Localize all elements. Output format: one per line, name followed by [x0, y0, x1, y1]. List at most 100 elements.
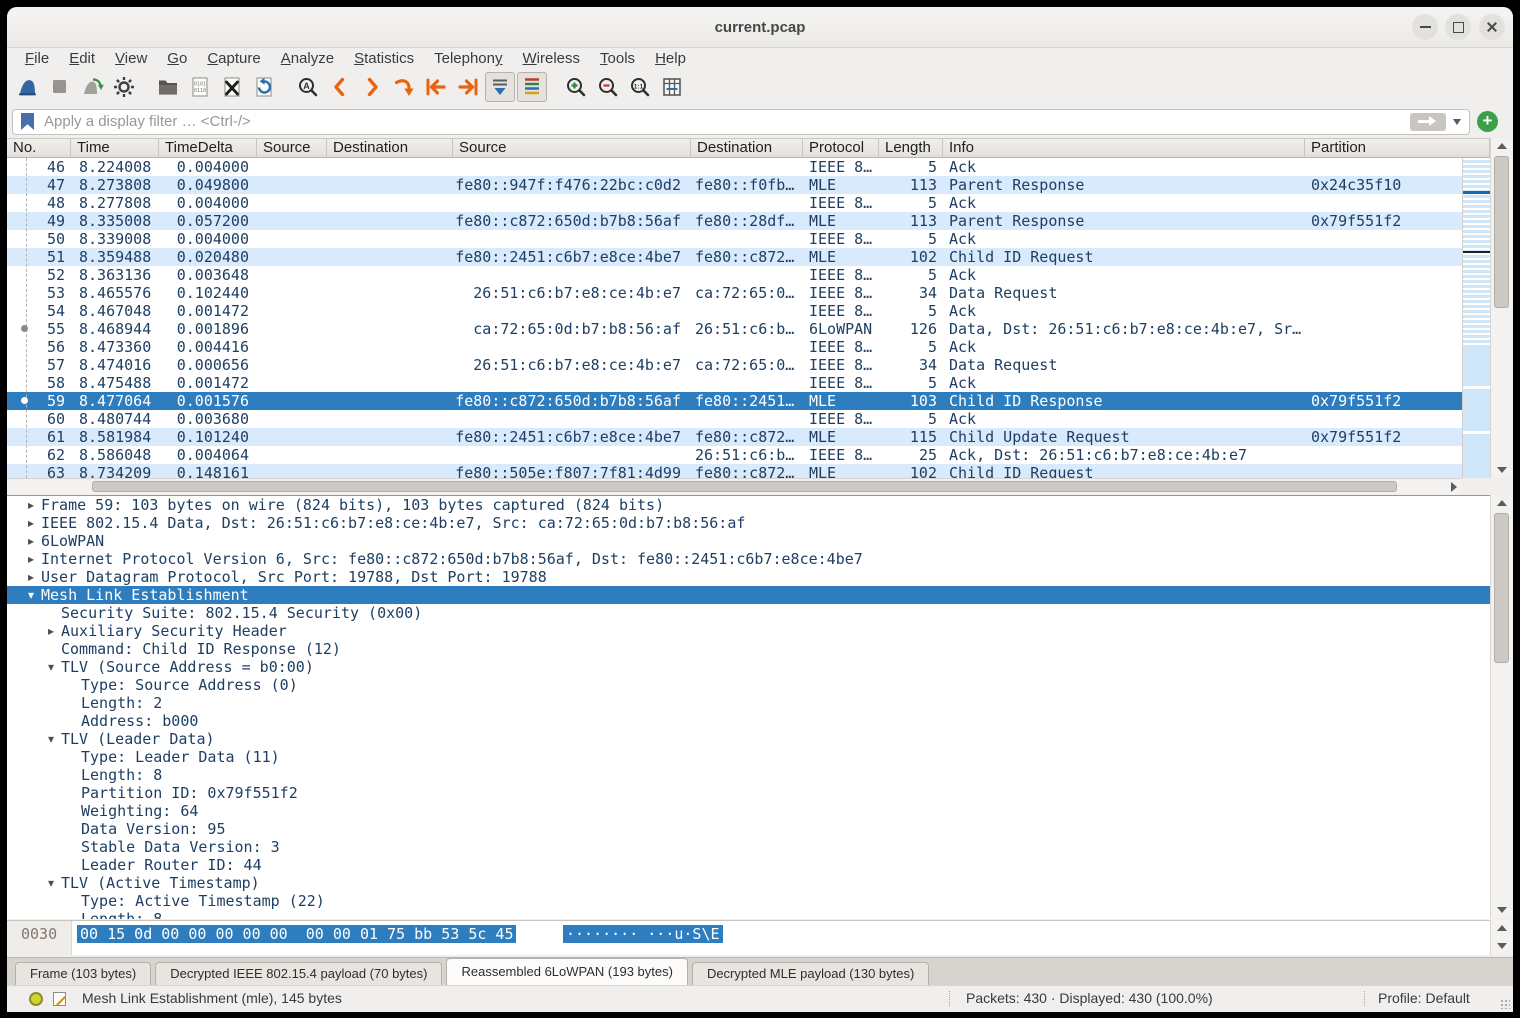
detail-line[interactable]: ▸Internet Protocol Version 6, Src: fe80:… — [7, 550, 1490, 568]
go-back-button[interactable] — [325, 72, 355, 102]
byte-tab[interactable]: Frame (103 bytes) — [15, 962, 151, 985]
packet-row[interactable]: 548.4670480.001472IEEE 8…5Ack — [7, 302, 1462, 320]
go-forward-button[interactable] — [357, 72, 387, 102]
resize-grip[interactable] — [1500, 999, 1510, 1009]
packet-row[interactable]: 558.4689440.001896ca:72:65:0d:b7:b8:56:a… — [7, 320, 1462, 338]
packet-row[interactable]: 628.5860480.00406426:51:c6:b…IEEE 8…25Ac… — [7, 446, 1462, 464]
close-button[interactable] — [1479, 14, 1505, 40]
detail-line[interactable]: Weighting: 64 — [7, 802, 1490, 820]
packet-row[interactable]: 528.3631360.003648IEEE 8…5Ack — [7, 266, 1462, 284]
detail-line[interactable]: Address: b000 — [7, 712, 1490, 730]
detail-pane-scrollbar[interactable] — [1490, 495, 1512, 918]
menu-help[interactable]: Help — [645, 50, 696, 67]
packet-row[interactable]: 638.7342090.148161fe80::505e:f807:7f81:4… — [7, 464, 1462, 478]
expander-open-icon[interactable]: ▾ — [41, 874, 61, 892]
detail-line[interactable]: Type: Leader Data (11) — [7, 748, 1490, 766]
packet-row-selected[interactable]: 598.4770640.001576fe80::c872:650d:b7b8:5… — [7, 392, 1462, 410]
detail-line[interactable]: Type: Source Address (0) — [7, 676, 1490, 694]
detail-line[interactable]: ▾TLV (Source Address = b0:00) — [7, 658, 1490, 676]
detail-line[interactable]: Length: 8 — [7, 766, 1490, 784]
capture-options-button[interactable] — [109, 72, 139, 102]
detail-line[interactable]: Type: Active Timestamp (22) — [7, 892, 1490, 910]
expander-closed-icon[interactable]: ▸ — [41, 622, 61, 640]
zoom-out-button[interactable] — [593, 72, 623, 102]
expander-closed-icon[interactable]: ▸ — [21, 496, 41, 514]
expander-closed-icon[interactable]: ▸ — [21, 514, 41, 532]
scrollbar-thumb[interactable] — [1494, 156, 1509, 308]
maximize-button[interactable] — [1445, 14, 1471, 40]
filter-bookmark-icon[interactable] — [21, 113, 34, 130]
hex-bytes-selected[interactable]: 00 15 0d 00 00 00 00 00 00 00 01 75 bb 5… — [77, 925, 516, 943]
hex-pane-scrollbar[interactable] — [1490, 920, 1512, 955]
display-filter-box[interactable] — [12, 109, 1470, 135]
column-header-no-0[interactable]: No. — [7, 139, 71, 157]
detail-line[interactable]: Stable Data Version: 3 — [7, 838, 1490, 856]
expander-open-icon[interactable]: ▾ — [41, 730, 61, 748]
column-header-destination-6[interactable]: Destination — [691, 139, 803, 157]
menu-wireless[interactable]: Wireless — [513, 50, 591, 67]
detail-line[interactable]: Partition ID: 0x79f551f2 — [7, 784, 1490, 802]
auto-scroll-button[interactable] — [485, 72, 515, 102]
start-capture-button[interactable] — [13, 72, 43, 102]
first-packet-button[interactable] — [421, 72, 451, 102]
detail-line[interactable]: ▸User Datagram Protocol, Src Port: 19788… — [7, 568, 1490, 586]
detail-line[interactable]: Command: Child ID Response (12) — [7, 640, 1490, 658]
hscrollbar-thumb[interactable] — [92, 481, 1397, 492]
column-header-time-1[interactable]: Time — [71, 139, 159, 157]
menu-statistics[interactable]: Statistics — [344, 50, 424, 67]
menu-telephony[interactable]: Telephony — [424, 50, 512, 67]
zoom-original-button[interactable]: 1:1 — [625, 72, 655, 102]
profile-status[interactable]: Profile: Default — [1378, 990, 1470, 1006]
packet-row[interactable]: 588.4754880.001472IEEE 8…5Ack — [7, 374, 1462, 392]
expert-info-icon[interactable] — [29, 992, 43, 1006]
column-header-source-3[interactable]: Source — [257, 139, 327, 157]
detail-line[interactable]: ▸Auxiliary Security Header — [7, 622, 1490, 640]
scroll-down-icon[interactable] — [1491, 462, 1513, 478]
display-filter-input[interactable] — [42, 112, 1410, 131]
last-packet-button[interactable] — [453, 72, 483, 102]
expander-open-icon[interactable]: ▾ — [41, 658, 61, 676]
capture-comment-icon[interactable] — [53, 992, 66, 1006]
minimize-button[interactable] — [1412, 14, 1438, 40]
open-file-button[interactable] — [153, 72, 183, 102]
hex-ascii-selected[interactable]: ········ ···u·S\E — [563, 925, 723, 943]
byte-tab[interactable]: Decrypted MLE payload (130 bytes) — [692, 962, 929, 985]
restart-capture-button[interactable] — [77, 72, 107, 102]
expander-open-icon[interactable]: ▾ — [21, 586, 41, 604]
packet-row[interactable]: 518.3594880.020480fe80::2451:c6b7:e8ce:4… — [7, 248, 1462, 266]
detail-line[interactable]: ▾TLV (Active Timestamp) — [7, 874, 1490, 892]
close-file-button[interactable] — [217, 72, 247, 102]
byte-tab-active[interactable]: Reassembled 6LoWPAN (193 bytes) — [446, 958, 687, 985]
filter-dropdown-caret[interactable] — [1453, 119, 1461, 125]
add-filter-button[interactable]: + — [1477, 111, 1498, 132]
detail-line[interactable]: Length: 2 — [7, 694, 1490, 712]
scroll-up-icon[interactable] — [1491, 495, 1513, 511]
reload-button[interactable] — [249, 72, 279, 102]
menu-view[interactable]: View — [105, 50, 157, 67]
menu-tools[interactable]: Tools — [590, 50, 645, 67]
save-file-button[interactable]: 01010110 — [185, 72, 215, 102]
go-to-packet-button[interactable] — [389, 72, 419, 102]
detail-line[interactable]: Leader Router ID: 44 — [7, 856, 1490, 874]
detail-line[interactable]: Security Suite: 802.15.4 Security (0x00) — [7, 604, 1490, 622]
detail-line[interactable]: ▸Frame 59: 103 bytes on wire (824 bits),… — [7, 496, 1490, 514]
byte-tab[interactable]: Decrypted IEEE 802.15.4 payload (70 byte… — [155, 962, 442, 985]
stop-capture-button[interactable] — [45, 72, 75, 102]
packet-row[interactable]: 508.3390080.004000IEEE 8…5Ack — [7, 230, 1462, 248]
packet-list-hscrollbar[interactable] — [7, 478, 1462, 494]
detail-line[interactable]: ▸6LoWPAN — [7, 532, 1490, 550]
expander-closed-icon[interactable]: ▸ — [21, 550, 41, 568]
packet-row[interactable]: 578.4740160.00065626:51:c6:b7:e8:ce:4b:e… — [7, 356, 1462, 374]
apply-filter-button[interactable] — [1410, 113, 1446, 131]
packet-row[interactable]: 538.4655760.10244026:51:c6:b7:e8:ce:4b:e… — [7, 284, 1462, 302]
column-header-timedelta-2[interactable]: TimeDelta — [159, 139, 257, 157]
column-header-source-5[interactable]: Source — [453, 139, 691, 157]
packet-row[interactable]: 478.2738080.049800fe80::947f:f476:22bc:c… — [7, 176, 1462, 194]
menu-file[interactable]: File — [15, 50, 59, 67]
packet-row[interactable]: 468.2240080.004000IEEE 8…5Ack — [7, 158, 1462, 176]
packet-row[interactable]: 608.4807440.003680IEEE 8…5Ack — [7, 410, 1462, 428]
zoom-in-button[interactable] — [561, 72, 591, 102]
packet-row[interactable]: 498.3350080.057200fe80::c872:650d:b7b8:5… — [7, 212, 1462, 230]
colorize-button[interactable] — [517, 72, 547, 102]
resize-columns-button[interactable] — [657, 72, 687, 102]
